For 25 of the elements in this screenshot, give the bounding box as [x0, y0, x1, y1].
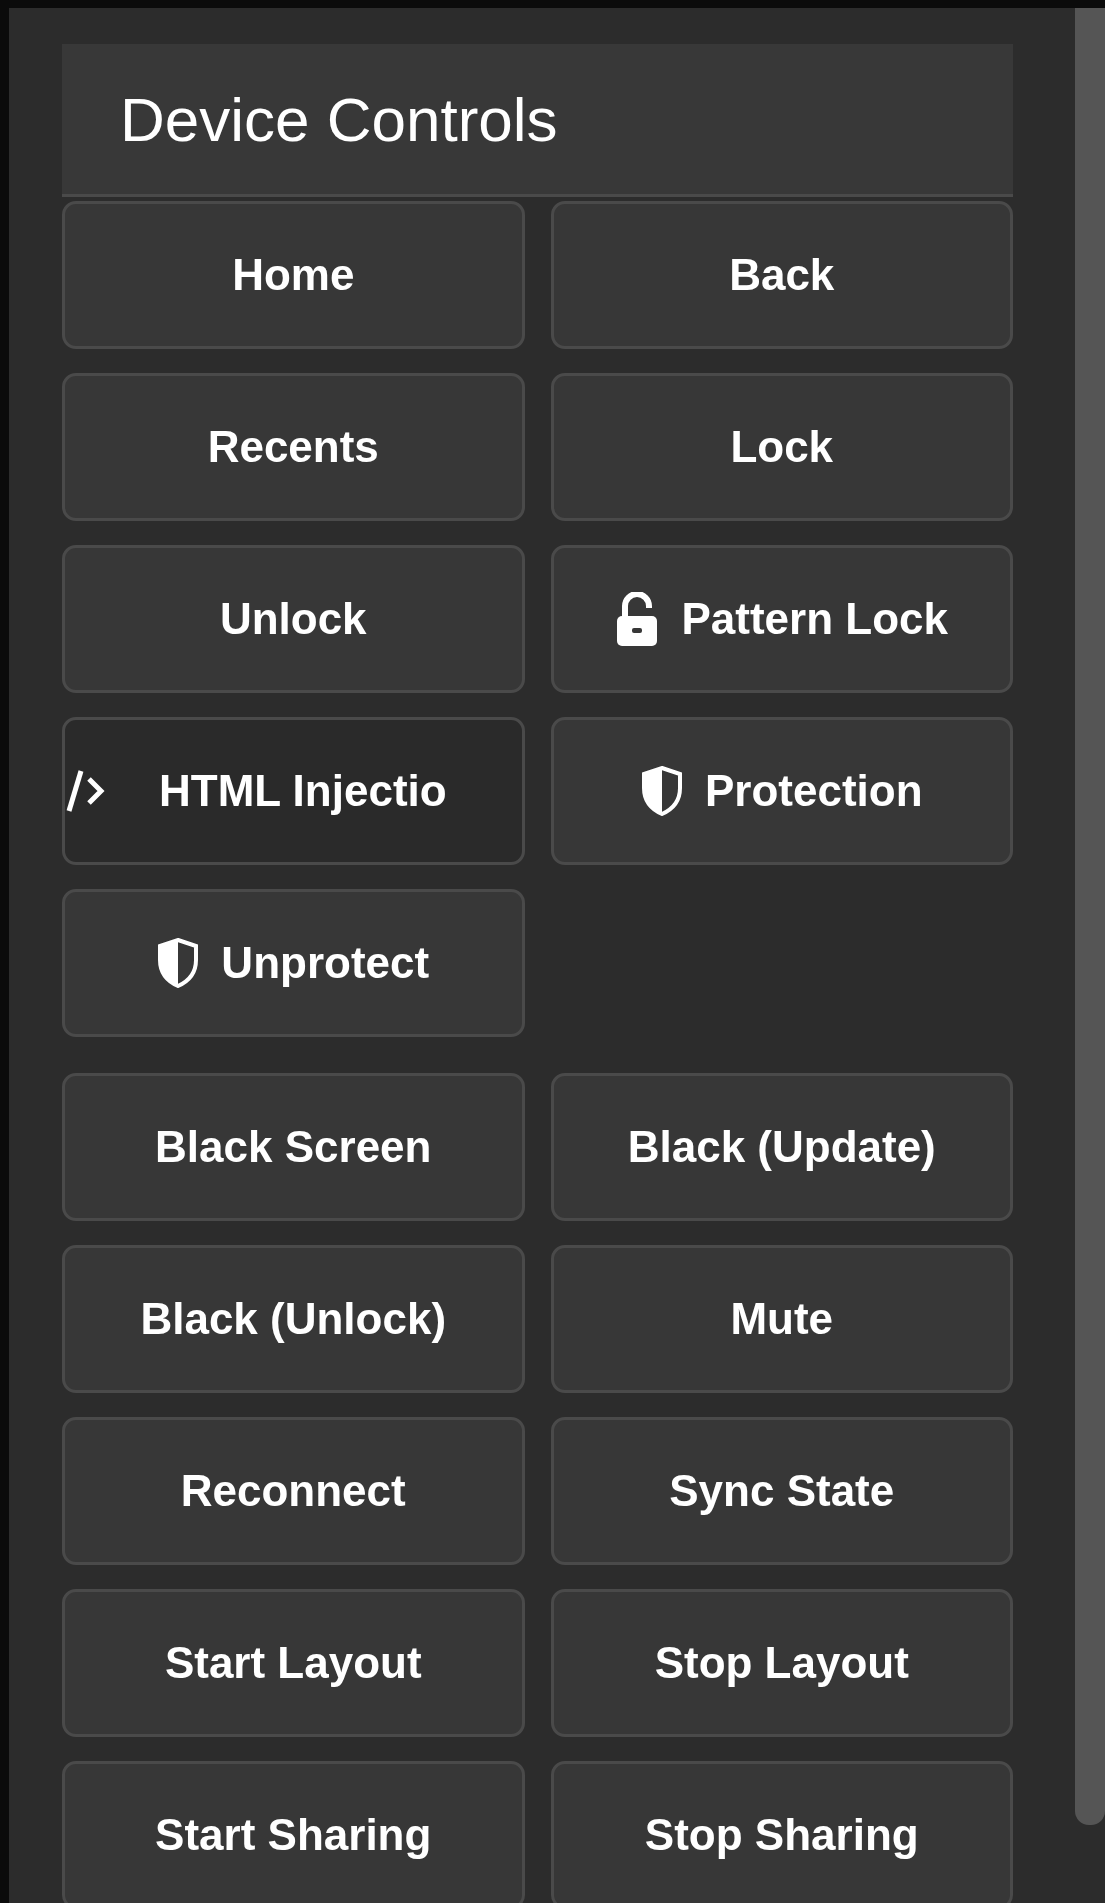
control-button[interactable]: Unprotect: [62, 889, 525, 1038]
panel-title: Device Controls: [120, 85, 558, 154]
shield-icon: [640, 766, 683, 817]
control-button[interactable]: Lock: [550, 373, 1013, 522]
control-button[interactable]: Stop Sharing: [550, 1761, 1013, 1903]
control-button[interactable]: Back: [550, 201, 1013, 350]
control-button[interactable]: Sync State: [550, 1417, 1013, 1566]
shield-icon: [157, 938, 200, 989]
control-button[interactable]: Pattern Lock: [550, 545, 1013, 694]
control-button[interactable]: Protection: [550, 717, 1013, 866]
control-button[interactable]: Start Sharing: [62, 1761, 525, 1903]
code-icon: [65, 769, 105, 814]
control-button[interactable]: Stop Layout: [550, 1589, 1013, 1738]
control-button[interactable]: Reconnect: [62, 1417, 525, 1566]
control-button[interactable]: Home: [62, 201, 525, 350]
scrollbar-thumb[interactable]: [1075, 8, 1105, 1825]
control-button[interactable]: HTML Injectio: [62, 717, 525, 866]
control-button[interactable]: Mute: [550, 1245, 1013, 1394]
control-button[interactable]: Unlock: [62, 545, 525, 694]
control-button[interactable]: Recents: [62, 373, 525, 522]
control-button[interactable]: Black (Unlock): [62, 1245, 525, 1394]
control-button[interactable]: Start Layout: [62, 1589, 525, 1738]
control-button[interactable]: Black Screen: [62, 1073, 525, 1222]
control-button[interactable]: Black (Update): [550, 1073, 1013, 1222]
open-padlock-icon: [615, 592, 660, 647]
